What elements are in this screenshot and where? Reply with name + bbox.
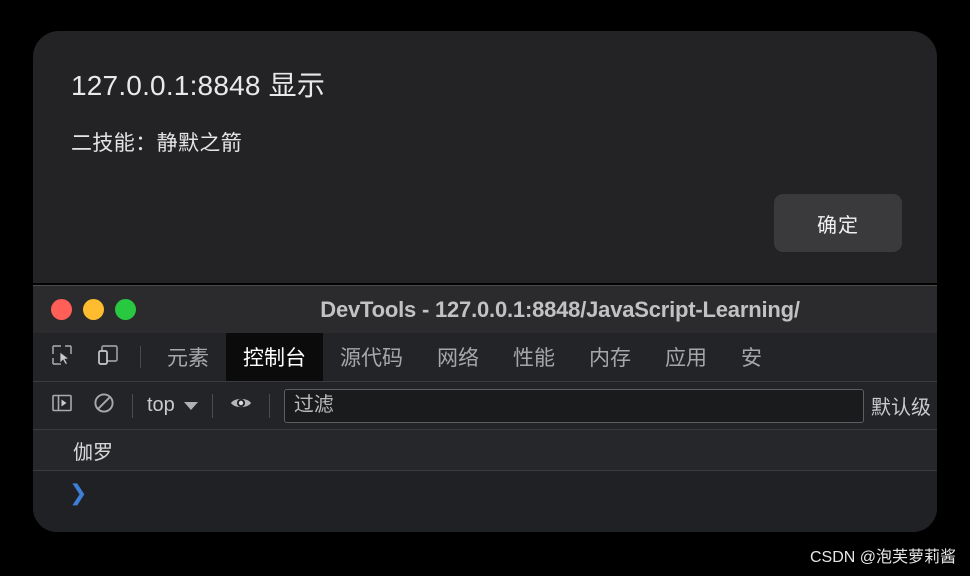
csdn-watermark: CSDN @泡芙萝莉酱: [809, 549, 956, 566]
tab-performance-label: 性能: [513, 347, 555, 370]
tab-security[interactable]: 安: [724, 333, 779, 381]
javascript-alert-dialog: 127.0.0.1:8848 显示 二技能：静默之箭 确定: [33, 31, 937, 283]
alert-confirm-button[interactable]: 确定: [774, 194, 902, 252]
devtools-window-title: DevTools - 127.0.0.1:8848/JavaScript-Lea…: [320, 296, 800, 322]
devtools-window: DevTools - 127.0.0.1:8848/JavaScript-Lea…: [33, 285, 937, 532]
console-filter-input[interactable]: [283, 388, 864, 423]
tab-sources-label: 源代码: [340, 347, 403, 370]
devtools-tab-bar: 元素 控制台 源代码 网络 性能 内存 应用 安: [33, 333, 937, 382]
console-context-selector[interactable]: top: [140, 394, 205, 417]
tab-application[interactable]: 应用: [648, 333, 724, 381]
screen-root: 127.0.0.1:8848 显示 二技能：静默之箭 确定 DevTools -…: [0, 0, 970, 576]
alert-origin-title: 127.0.0.1:8848 显示: [71, 70, 326, 101]
console-message-text: 伽罗: [73, 441, 113, 464]
tab-network[interactable]: 网络: [420, 333, 496, 381]
console-input-prompt[interactable]: ❯: [33, 471, 937, 515]
tab-security-label: 安: [741, 347, 762, 370]
inspect-element-icon: [50, 343, 74, 372]
device-toolbar-button[interactable]: [85, 333, 131, 381]
toolbar-divider-3: [268, 393, 270, 418]
tab-elements[interactable]: 元素: [150, 333, 226, 381]
console-sidebar-toggle-button[interactable]: [41, 382, 83, 429]
console-prompt-caret-icon: ❯: [69, 480, 88, 505]
chevron-down-icon: [183, 401, 198, 410]
tab-memory-label: 内存: [589, 347, 631, 370]
console-output-area: 伽罗 ❯: [33, 430, 937, 532]
console-toolbar: top 默认级: [33, 382, 937, 430]
tab-network-label: 网络: [437, 347, 479, 370]
devtools-titlebar: DevTools - 127.0.0.1:8848/JavaScript-Lea…: [33, 286, 937, 333]
console-log-level-selector[interactable]: 默认级: [871, 391, 937, 420]
alert-message-text: 二技能：静默之箭: [71, 132, 243, 155]
clear-console-icon: [92, 391, 116, 420]
live-expression-button[interactable]: [220, 382, 262, 429]
toolbar-divider-2: [211, 393, 213, 418]
tabbar-divider: [140, 346, 141, 368]
tab-application-label: 应用: [665, 347, 707, 370]
tab-elements-label: 元素: [167, 347, 209, 370]
console-sidebar-icon: [50, 391, 74, 420]
device-toolbar-icon: [96, 343, 120, 372]
clear-console-button[interactable]: [83, 382, 125, 429]
tab-console-label: 控制台: [243, 347, 306, 370]
tab-console[interactable]: 控制台: [226, 333, 323, 381]
toolbar-divider-1: [132, 393, 133, 418]
tab-sources[interactable]: 源代码: [323, 333, 420, 381]
inspect-element-button[interactable]: [39, 333, 85, 381]
tab-memory[interactable]: 内存: [572, 333, 648, 381]
tab-performance[interactable]: 性能: [496, 333, 572, 381]
console-context-label: top: [147, 394, 175, 416]
console-message-row[interactable]: 伽罗: [33, 430, 937, 471]
live-expression-eye-icon: [228, 390, 254, 421]
